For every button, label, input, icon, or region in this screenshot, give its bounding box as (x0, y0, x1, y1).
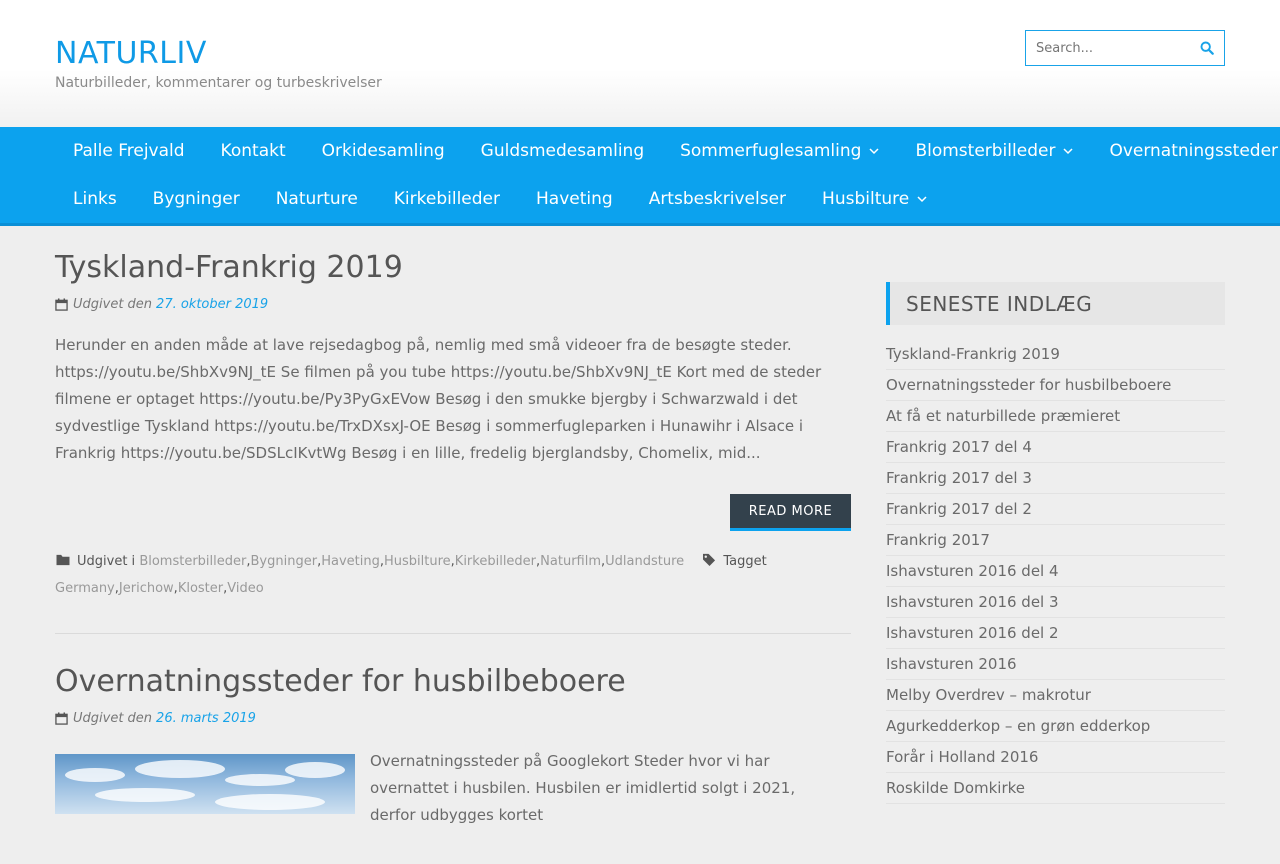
site-header: NATURLIV Naturbilleder, kommentarer og t… (0, 0, 1280, 127)
published-label: Udgivet den (73, 297, 153, 312)
chevron-down-icon (917, 196, 927, 203)
tag-link[interactable]: Jerichow (119, 581, 174, 596)
post-title[interactable]: Tyskland-Frankrig 2019 (55, 250, 851, 285)
nav-label: Artsbeskrivelser (648, 189, 787, 209)
post-article: Tyskland-Frankrig 2019 Udgivet den 27. o… (55, 250, 851, 634)
nav-label: Haveting (536, 189, 613, 209)
recent-posts-list: Tyskland-Frankrig 2019 Overnatningsstede… (886, 339, 1225, 804)
nav-label: Orkidesamling (321, 141, 445, 161)
post-taxonomy: Udgivet i Blomsterbilleder,Bygninger,Hav… (55, 553, 767, 596)
recent-post-link[interactable]: Roskilde Domkirke (886, 773, 1225, 804)
search-input[interactable] (1026, 31, 1196, 65)
chevron-down-icon (1063, 148, 1073, 155)
nav-label: Links (73, 189, 117, 209)
calendar-icon (55, 298, 68, 311)
sidebar: SENESTE INDLÆG Tyskland-Frankrig 2019 Ov… (886, 282, 1225, 804)
nav-label: Guldsmedesamling (480, 141, 645, 161)
recent-post-link[interactable]: Frankrig 2017 del 2 (886, 494, 1225, 525)
post-excerpt: Overnatningssteder på Googlekort Steder … (370, 752, 796, 824)
main-navigation: Palle Frejvald Kontakt Orkidesamling Gul… (0, 127, 1280, 226)
nav-item-bygninger[interactable]: Bygninger (135, 175, 258, 223)
site-title[interactable]: NATURLIV (55, 36, 207, 71)
recent-post-link[interactable]: Melby Overdrev – makrotur (886, 680, 1225, 711)
category-link[interactable]: Blomsterbilleder (139, 554, 246, 569)
tags-label: Tagget (723, 554, 767, 569)
category-link[interactable]: Naturfilm (540, 554, 601, 569)
tag-link[interactable]: Kloster (178, 581, 223, 596)
tags-icon (703, 553, 716, 566)
nav-row-2: Links Bygninger Naturture Kirkebilleder … (55, 175, 945, 223)
nav-item-palle-frejvald[interactable]: Palle Frejvald (55, 127, 203, 175)
recent-post-link[interactable]: Tyskland-Frankrig 2019 (886, 339, 1225, 370)
category-link[interactable]: Husbilture (384, 554, 451, 569)
nav-label: Bygninger (152, 189, 240, 209)
recent-post-link[interactable]: Ishavsturen 2016 (886, 649, 1225, 680)
nav-item-orkidesamling[interactable]: Orkidesamling (304, 127, 463, 175)
nav-item-links[interactable]: Links (55, 175, 135, 223)
recent-post-link[interactable]: Forår i Holland 2016 (886, 742, 1225, 773)
post-thumbnail[interactable] (55, 754, 355, 814)
widget-title: SENESTE INDLÆG (886, 282, 1225, 325)
post-excerpt: Herunder en anden måde at lave rejsedagb… (55, 336, 822, 462)
nav-item-blomsterbilleder[interactable]: Blomsterbilleder (897, 127, 1091, 175)
category-link[interactable]: Udlandsture (605, 554, 684, 569)
nav-row-1: Palle Frejvald Kontakt Orkidesamling Gul… (55, 127, 1280, 175)
post-article: Overnatningssteder for husbilbeboere Udg… (55, 664, 851, 864)
main-content: Tyskland-Frankrig 2019 Udgivet den 27. o… (55, 250, 851, 824)
post-date-link[interactable]: 27. oktober 2019 (156, 297, 268, 312)
nav-item-haveting[interactable]: Haveting (518, 175, 631, 223)
search-icon[interactable] (1200, 41, 1214, 55)
recent-post-link[interactable]: Overnatningssteder for husbilbeboere (886, 370, 1225, 401)
recent-post-link[interactable]: Ishavsturen 2016 del 4 (886, 556, 1225, 587)
nav-item-artsbeskrivelser[interactable]: Artsbeskrivelser (631, 175, 804, 223)
folder-icon (56, 554, 70, 566)
post-meta: Udgivet den 26. marts 2019 (55, 711, 851, 726)
nav-label: Naturture (275, 189, 358, 209)
category-link[interactable]: Bygninger (251, 554, 318, 569)
site-tagline: Naturbilleder, kommentarer og turbeskriv… (55, 75, 382, 91)
nav-label: Blomsterbilleder (915, 141, 1056, 161)
nav-item-overnatningssteder[interactable]: Overnatningssteder (1091, 127, 1280, 175)
tag-link[interactable]: Germany (55, 581, 115, 596)
nav-label: Palle Frejvald (73, 141, 185, 161)
nav-label: Overnatningssteder (1109, 141, 1279, 161)
nav-item-sommerfuglesamling[interactable]: Sommerfuglesamling (662, 127, 897, 175)
categories-label: Udgivet i (77, 554, 136, 569)
chevron-down-icon (869, 148, 879, 155)
recent-post-link[interactable]: Ishavsturen 2016 del 2 (886, 618, 1225, 649)
recent-post-link[interactable]: Frankrig 2017 del 3 (886, 463, 1225, 494)
search-box (1025, 30, 1225, 66)
recent-post-link[interactable]: Frankrig 2017 del 4 (886, 432, 1225, 463)
recent-post-link[interactable]: Frankrig 2017 (886, 525, 1225, 556)
published-label: Udgivet den (73, 711, 153, 726)
recent-post-link[interactable]: Ishavsturen 2016 del 3 (886, 587, 1225, 618)
nav-item-guldsmedesamling[interactable]: Guldsmedesamling (463, 127, 662, 175)
post-date-link[interactable]: 26. marts 2019 (156, 711, 256, 726)
nav-item-naturture[interactable]: Naturture (258, 175, 376, 223)
category-link[interactable]: Haveting (321, 554, 380, 569)
recent-post-link[interactable]: Agurkedderkop – en grøn edderkop (886, 711, 1225, 742)
nav-label: Kirkebilleder (393, 189, 500, 209)
recent-post-link[interactable]: At få et naturbillede præmieret (886, 401, 1225, 432)
category-link[interactable]: Kirkebilleder (455, 554, 536, 569)
nav-label: Kontakt (220, 141, 286, 161)
nav-label: Husbilture (822, 189, 910, 209)
nav-item-kirkebilleder[interactable]: Kirkebilleder (376, 175, 518, 223)
tag-link[interactable]: Video (227, 581, 263, 596)
post-title[interactable]: Overnatningssteder for husbilbeboere (55, 664, 851, 699)
nav-label: Sommerfuglesamling (680, 141, 862, 161)
nav-item-husbilture[interactable]: Husbilture (804, 175, 945, 223)
post-meta: Udgivet den 27. oktober 2019 (55, 297, 851, 312)
nav-item-kontakt[interactable]: Kontakt (203, 127, 304, 175)
post-divider (55, 633, 851, 634)
read-more-button[interactable]: READ MORE (730, 494, 851, 531)
calendar-icon (55, 712, 68, 725)
